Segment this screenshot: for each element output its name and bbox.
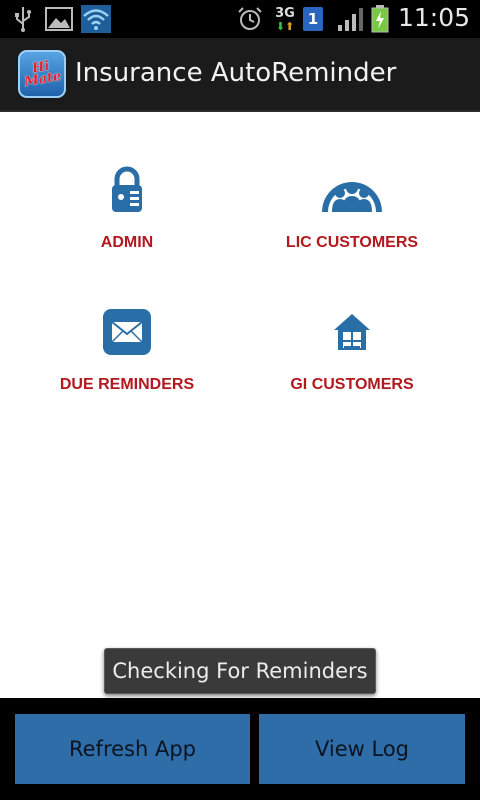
sim-icon: 1 (302, 5, 324, 33)
signal-icon (336, 5, 366, 33)
alarm-icon (236, 5, 264, 33)
battery-charging-icon (370, 5, 390, 33)
status-clock: 11:05 (397, 3, 470, 32)
bottom-bar: Refresh App View Log (0, 698, 480, 800)
house-icon (320, 300, 384, 364)
app-logo: Hi Mate (18, 50, 66, 98)
refresh-app-button[interactable]: Refresh App (15, 714, 250, 784)
lock-icon (95, 158, 159, 222)
gi-customers-tile[interactable]: GI CUSTOMERS (242, 300, 462, 394)
due-reminders-tile[interactable]: DUE REMINDERS (17, 300, 237, 394)
action-bar: Hi Mate Insurance AutoReminder (0, 38, 480, 112)
admin-tile[interactable]: ADMIN (17, 158, 237, 252)
admin-label: ADMIN (100, 234, 154, 251)
gi-customers-label: GI CUSTOMERS (290, 376, 414, 393)
app-logo-text: Hi Mate (23, 58, 63, 91)
usb-icon (12, 5, 34, 33)
page-title: Insurance AutoReminder (75, 58, 397, 88)
image-icon (44, 5, 74, 33)
lic-customers-tile[interactable]: LIC CUSTOMERS (242, 158, 462, 252)
wifi-icon (80, 5, 112, 33)
status-bar: 3G ⬇⬆ 1 11:05 (0, 0, 480, 38)
network-3g-icon: 3G ⬇⬆ (275, 5, 295, 33)
mail-icon (95, 300, 159, 364)
toast-message: Checking For Reminders (104, 648, 376, 694)
view-log-button[interactable]: View Log (259, 714, 465, 784)
due-reminders-label: DUE REMINDERS (59, 376, 195, 393)
group-icon (320, 158, 384, 222)
lic-customers-label: LIC CUSTOMERS (285, 234, 419, 251)
